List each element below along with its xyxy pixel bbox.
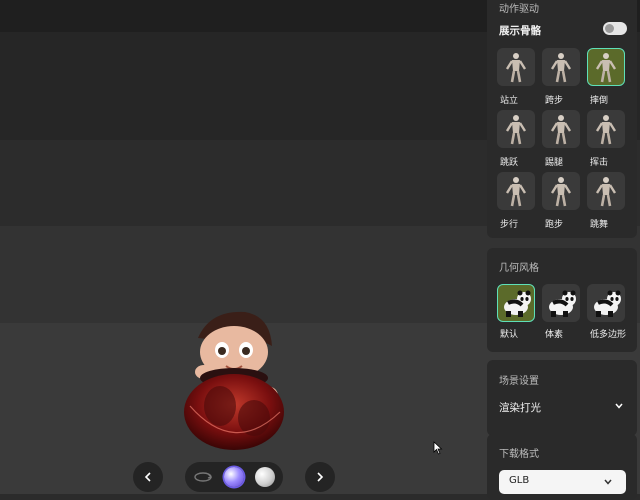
lighting-dropdown[interactable]: 渲染打光	[499, 400, 541, 415]
chevron-left-icon	[144, 472, 151, 482]
previous-button[interactable]	[133, 462, 163, 492]
motion-tile-label: 步行	[500, 220, 519, 230]
geometry-title: 几何风格	[499, 263, 539, 274]
pose-figure-icon	[550, 115, 572, 145]
rotate-button[interactable]	[193, 467, 213, 487]
chevron-down-icon	[604, 479, 612, 485]
panda-icon	[549, 290, 576, 317]
motion-tile[interactable]	[497, 110, 535, 148]
motion-tile[interactable]	[497, 48, 535, 86]
scene-card: 场景设置 渲染打光	[487, 360, 637, 436]
motion-tile[interactable]	[542, 172, 580, 210]
motion-tile-label: 跳跃	[500, 158, 519, 168]
geometry-tile-label: 体素	[545, 330, 564, 340]
format-select[interactable]: GLB	[499, 470, 626, 494]
avatar-model[interactable]	[170, 306, 300, 456]
pose-figure-icon	[505, 177, 527, 207]
pose-figure-icon	[505, 53, 527, 83]
geometry-tile-label: 默认	[500, 330, 519, 340]
download-card: 下载格式 GLB	[487, 434, 637, 500]
pose-figure-icon	[595, 53, 617, 83]
panda-icon	[594, 290, 621, 317]
geometry-card: 几何风格 默认 体素 低多边形	[487, 248, 637, 352]
motion-tile[interactable]	[587, 172, 625, 210]
white-material-button[interactable]	[255, 467, 275, 487]
skeleton-toggle-label: 展示骨骼	[499, 25, 541, 37]
pose-figure-icon	[595, 115, 617, 145]
download-title: 下载格式	[499, 449, 539, 460]
chevron-down-icon[interactable]	[614, 401, 624, 411]
motion-tile[interactable]	[497, 172, 535, 210]
motion-tile-label: 挥击	[590, 158, 609, 168]
geometry-tile[interactable]	[542, 284, 580, 322]
motion-tile-label: 摔倒	[590, 96, 609, 106]
motion-tile-label: 踢腿	[545, 158, 564, 168]
motion-tile[interactable]	[587, 110, 625, 148]
scene-title: 场景设置	[499, 376, 539, 387]
color-material-button[interactable]	[224, 467, 244, 487]
pose-figure-icon	[505, 115, 527, 145]
motion-title: 动作驱动	[499, 4, 539, 15]
panda-icon	[504, 290, 531, 317]
render-mode-switcher	[185, 462, 283, 492]
motion-tile-label: 跳舞	[590, 220, 609, 230]
motion-tile-label: 站立	[500, 96, 519, 106]
next-button[interactable]	[305, 462, 335, 492]
motion-card: 动作驱动 展示骨骼 站立 跨步 摔倒跳跃 踢腿 挥击步行 跑步 跳舞	[487, 0, 637, 238]
pose-figure-icon	[595, 177, 617, 207]
skeleton-toggle[interactable]	[603, 22, 627, 35]
pose-figure-icon	[550, 53, 572, 83]
settings-panel: 动作驱动 展示骨骼 站立 跨步 摔倒跳跃 踢腿 挥击步行 跑步 跳舞 几何风格 默认 体素 低多…	[487, 0, 637, 500]
rotate-icon	[194, 472, 213, 482]
pose-figure-icon	[550, 177, 572, 207]
geometry-tile-label: 低多边形	[590, 330, 627, 340]
format-select-value: GLB	[509, 475, 530, 486]
motion-tile-label: 跨步	[545, 96, 564, 106]
motion-tile[interactable]	[542, 48, 580, 86]
chevron-right-icon	[317, 472, 324, 482]
motion-tile[interactable]	[587, 48, 625, 86]
motion-tile-label: 跑步	[545, 220, 564, 230]
motion-tile[interactable]	[542, 110, 580, 148]
geometry-tile[interactable]	[497, 284, 535, 322]
cursor-icon	[433, 441, 443, 455]
geometry-tile[interactable]	[587, 284, 625, 322]
